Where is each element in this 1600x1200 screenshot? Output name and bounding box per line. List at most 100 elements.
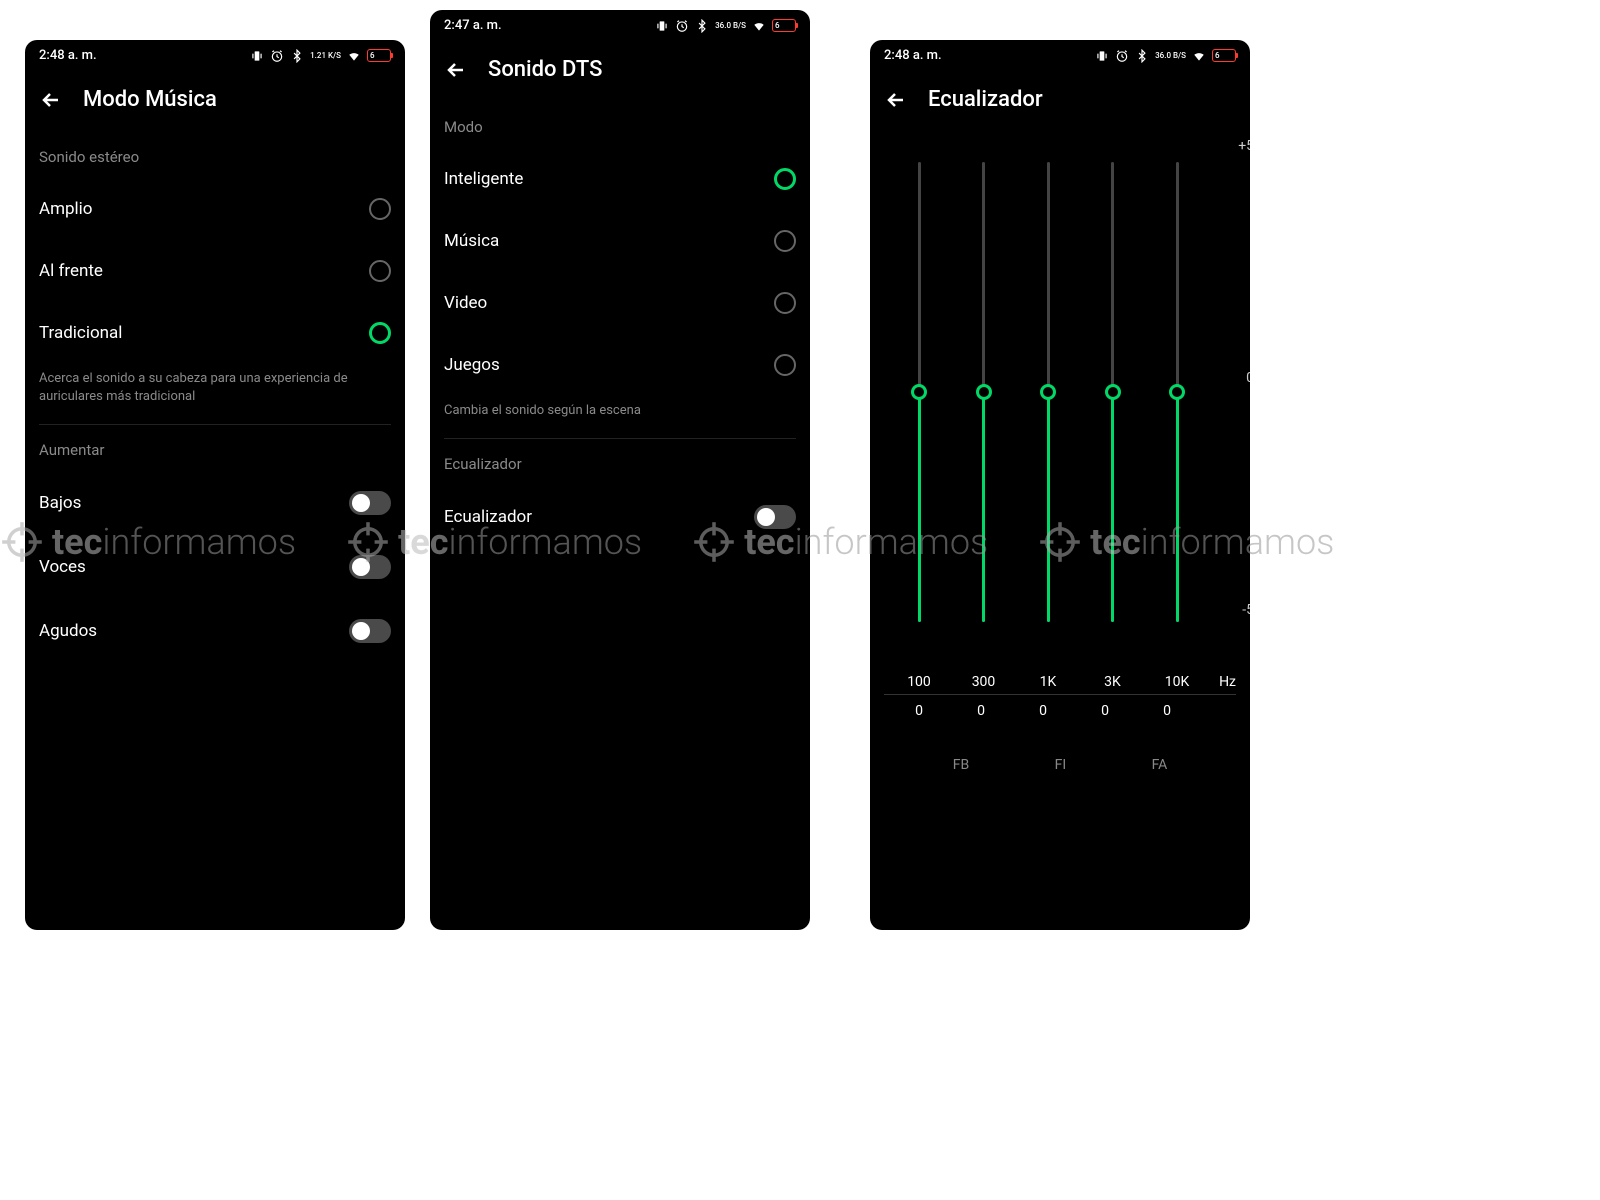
page-title: Ecualizador bbox=[928, 87, 1043, 112]
toggle-off-icon bbox=[754, 505, 796, 529]
mode-video[interactable]: Video bbox=[430, 272, 810, 334]
eq-frequency-labels: 100 300 1K 3K 10K Hz bbox=[884, 664, 1236, 695]
mode-juegos[interactable]: Juegos bbox=[430, 334, 810, 396]
eq-slider[interactable] bbox=[918, 162, 921, 622]
option-tradicional[interactable]: Tradicional bbox=[25, 302, 405, 364]
back-icon[interactable] bbox=[884, 88, 908, 112]
option-label: Tradicional bbox=[39, 323, 122, 343]
eq-scale-mid: 0 bbox=[1246, 370, 1250, 386]
mode-musica[interactable]: Música bbox=[430, 210, 810, 272]
toggle-off-icon bbox=[349, 619, 391, 643]
phone-ecualizador: 2:48 a. m. 36.0 B/S 6 Ecualizador +5 0 -… bbox=[870, 40, 1250, 930]
option-label: Juegos bbox=[444, 355, 500, 375]
eq-slider[interactable] bbox=[982, 162, 985, 622]
battery-icon: 6 bbox=[772, 19, 796, 32]
eq-band-10k[interactable] bbox=[1152, 162, 1202, 642]
eq-preset-row: FB FI FA bbox=[870, 727, 1250, 803]
option-label: Video bbox=[444, 293, 487, 313]
eq-band-100[interactable] bbox=[894, 162, 944, 642]
option-label: Música bbox=[444, 231, 499, 251]
page-header: Sonido DTS bbox=[430, 41, 810, 102]
section-equalizer: Ecualizador bbox=[430, 439, 810, 485]
status-netspeed: 1.21 K/S bbox=[310, 52, 341, 60]
toggle-off-icon bbox=[349, 491, 391, 515]
toggle-off-icon bbox=[349, 555, 391, 579]
vibrate-icon bbox=[655, 19, 669, 33]
eq-preset-fi[interactable]: FI bbox=[1055, 757, 1067, 773]
phone-modo-musica: 2:48 a. m. 1.21 K/S 6 Modo Música Sonido… bbox=[25, 40, 405, 930]
eq-scale-max: +5 bbox=[1238, 138, 1250, 154]
eq-band-3k[interactable] bbox=[1088, 162, 1138, 642]
eq-value: 0 bbox=[956, 703, 1006, 719]
eq-band-1k[interactable] bbox=[1023, 162, 1073, 642]
radio-unselected-icon bbox=[369, 198, 391, 220]
status-icons: 36.0 B/S 6 bbox=[655, 19, 796, 33]
alarm-icon bbox=[1115, 49, 1129, 63]
toggle-label: Bajos bbox=[39, 493, 81, 513]
battery-icon: 6 bbox=[367, 49, 391, 62]
toggle-bajos[interactable]: Bajos bbox=[25, 471, 405, 535]
back-icon[interactable] bbox=[39, 88, 63, 112]
battery-icon: 6 bbox=[1212, 49, 1236, 62]
eq-freq-label: 3K bbox=[1088, 674, 1138, 690]
back-icon[interactable] bbox=[444, 58, 468, 82]
page-header: Ecualizador bbox=[870, 71, 1250, 132]
option-amplio[interactable]: Amplio bbox=[25, 178, 405, 240]
wifi-icon bbox=[347, 49, 361, 63]
toggle-voces[interactable]: Voces bbox=[25, 535, 405, 599]
eq-slider[interactable] bbox=[1176, 162, 1179, 622]
status-time: 2:48 a. m. bbox=[884, 48, 942, 63]
toggle-label: Ecualizador bbox=[444, 507, 532, 527]
eq-scale-min: -5 bbox=[1242, 602, 1250, 618]
eq-thumb-icon bbox=[1040, 384, 1056, 400]
vibrate-icon bbox=[1095, 49, 1109, 63]
bluetooth-icon bbox=[1135, 49, 1149, 63]
radio-selected-icon bbox=[369, 322, 391, 344]
wifi-icon bbox=[752, 19, 766, 33]
option-description: Acerca el sonido a su cabeza para una ex… bbox=[25, 364, 405, 424]
bluetooth-icon bbox=[695, 19, 709, 33]
option-label: Inteligente bbox=[444, 169, 523, 189]
status-time: 2:48 a. m. bbox=[39, 48, 97, 63]
eq-slider[interactable] bbox=[1111, 162, 1114, 622]
radio-selected-icon bbox=[774, 168, 796, 190]
option-al-frente[interactable]: Al frente bbox=[25, 240, 405, 302]
equalizer-panel: +5 0 -5 bbox=[870, 132, 1250, 652]
status-netspeed: 36.0 B/S bbox=[1155, 52, 1186, 60]
alarm-icon bbox=[270, 49, 284, 63]
eq-thumb-icon bbox=[1169, 384, 1185, 400]
page-title: Sonido DTS bbox=[488, 57, 602, 82]
radio-unselected-icon bbox=[774, 230, 796, 252]
status-bar: 2:48 a. m. 1.21 K/S 6 bbox=[25, 40, 405, 71]
section-mode: Modo bbox=[430, 102, 810, 148]
alarm-icon bbox=[675, 19, 689, 33]
eq-freq-label: 1K bbox=[1023, 674, 1073, 690]
option-label: Al frente bbox=[39, 261, 103, 281]
eq-freq-label: 100 bbox=[894, 674, 944, 690]
toggle-agudos[interactable]: Agudos bbox=[25, 599, 405, 663]
status-icons: 1.21 K/S 6 bbox=[250, 49, 391, 63]
eq-thumb-icon bbox=[911, 384, 927, 400]
option-label: Amplio bbox=[39, 199, 93, 219]
eq-thumb-icon bbox=[976, 384, 992, 400]
toggle-ecualizador[interactable]: Ecualizador bbox=[430, 485, 810, 549]
wifi-icon bbox=[1192, 49, 1206, 63]
eq-value-labels: 0 0 0 0 0 bbox=[884, 695, 1236, 727]
radio-unselected-icon bbox=[774, 354, 796, 376]
section-boost: Aumentar bbox=[25, 425, 405, 471]
eq-band-300[interactable] bbox=[959, 162, 1009, 642]
radio-unselected-icon bbox=[369, 260, 391, 282]
eq-thumb-icon bbox=[1105, 384, 1121, 400]
toggle-label: Agudos bbox=[39, 621, 97, 641]
toggle-label: Voces bbox=[39, 557, 86, 577]
eq-slider[interactable] bbox=[1047, 162, 1050, 622]
eq-value: 0 bbox=[1080, 703, 1130, 719]
status-icons: 36.0 B/S 6 bbox=[1095, 49, 1236, 63]
eq-preset-fa[interactable]: FA bbox=[1152, 757, 1168, 773]
eq-value: 0 bbox=[1142, 703, 1192, 719]
status-bar: 2:47 a. m. 36.0 B/S 6 bbox=[430, 10, 810, 41]
eq-freq-label: 300 bbox=[959, 674, 1009, 690]
eq-preset-fb[interactable]: FB bbox=[953, 757, 969, 773]
mode-inteligente[interactable]: Inteligente bbox=[430, 148, 810, 210]
eq-value: 0 bbox=[894, 703, 944, 719]
